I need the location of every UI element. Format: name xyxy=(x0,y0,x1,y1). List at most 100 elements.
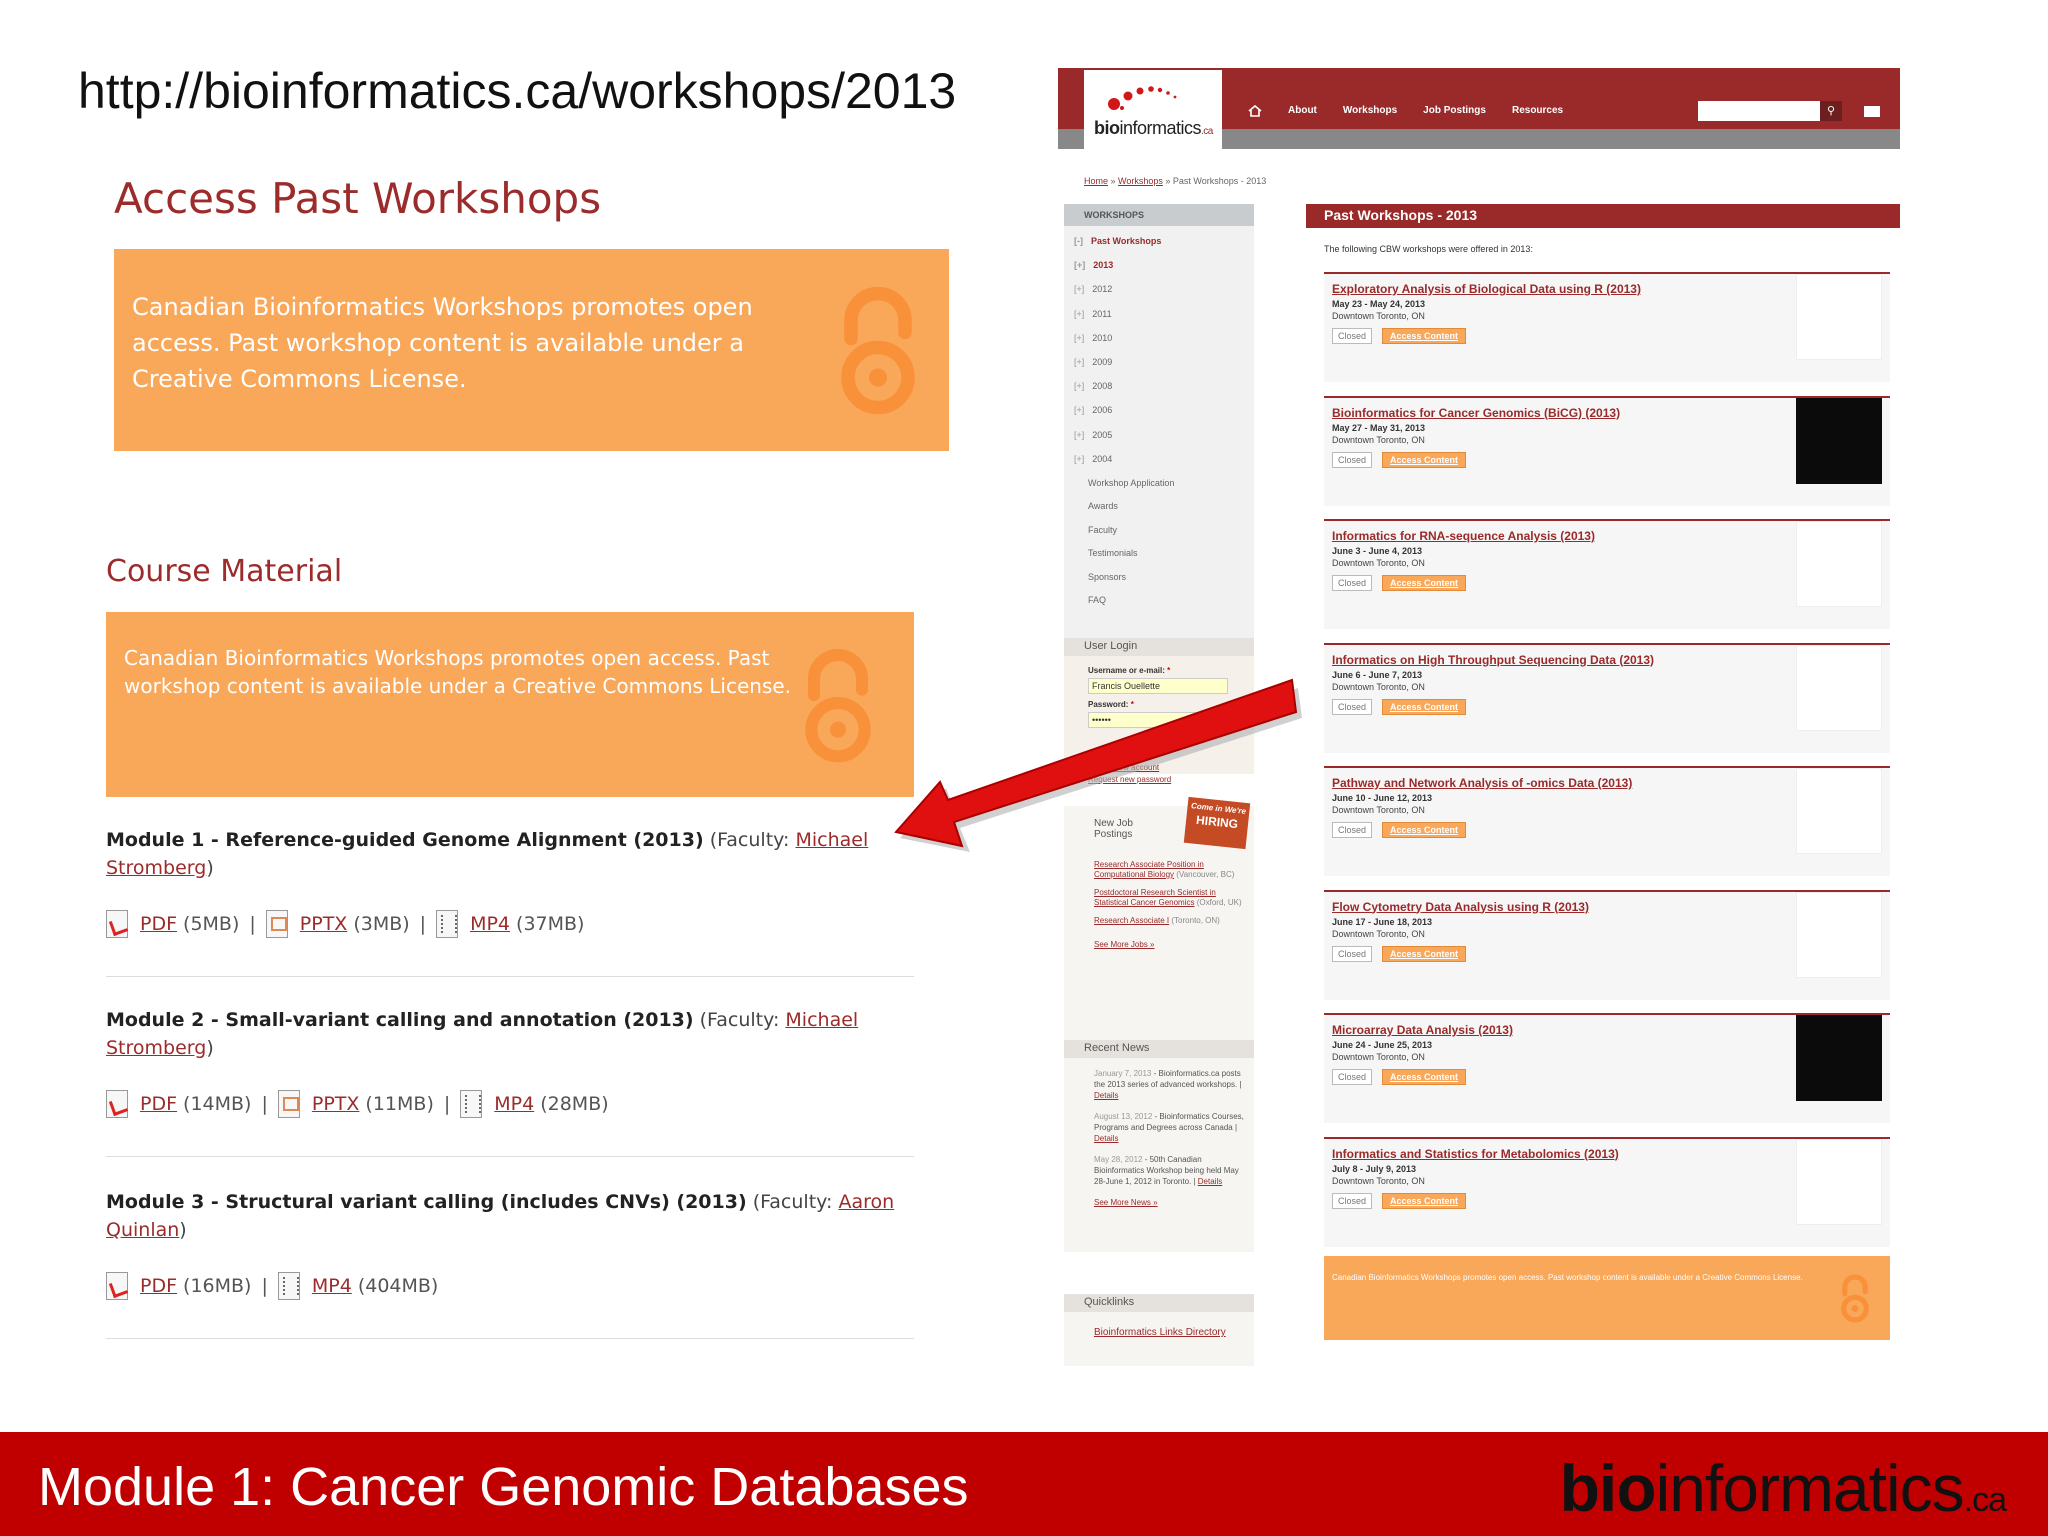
closed-badge: Closed xyxy=(1332,328,1372,344)
workshop-title-link[interactable]: Microarray Data Analysis (2013) xyxy=(1332,1023,1513,1037)
breadcrumb-current: » Past Workshops - 2013 xyxy=(1165,176,1267,186)
workshop-item: Flow Cytometry Data Analysis using R (20… xyxy=(1324,889,1890,1000)
quicklinks-box: Quicklinks Bioinformatics Links Director… xyxy=(1064,1294,1254,1366)
sidebar-item-year[interactable]: [+] 2004 xyxy=(1064,454,1254,478)
workshop-title-link[interactable]: Informatics and Statistics for Metabolom… xyxy=(1332,1147,1619,1161)
access-content-button[interactable]: Access Content xyxy=(1382,1069,1466,1085)
workshop-thumbnail xyxy=(1796,521,1882,607)
create-account-link[interactable]: Create new account xyxy=(1088,762,1254,774)
nav-menu: About Workshops Job Postings Resources xyxy=(1248,105,1563,117)
login-heading: User Login xyxy=(1064,638,1254,656)
pptx-link[interactable]: PPTX xyxy=(300,913,348,935)
workshop-title-link[interactable]: Informatics for RNA-sequence Analysis (2… xyxy=(1332,529,1595,543)
workshop-item: Pathway and Network Analysis of -omics D… xyxy=(1324,766,1890,876)
mp4-link[interactable]: MP4 xyxy=(494,1093,534,1115)
pdf-link[interactable]: PDF xyxy=(140,913,177,935)
closed-badge: Closed xyxy=(1332,698,1372,715)
course-open-access-text: Canadian Bioinformatics Workshops promot… xyxy=(124,646,792,698)
workshop-title-link[interactable]: Bioinformatics for Cancer Genomics (BiCG… xyxy=(1332,406,1620,420)
sidebar-item-year[interactable]: [+] 2005 xyxy=(1064,430,1254,454)
workshop-location: Downtown Toronto, ON xyxy=(1332,805,1425,815)
sidebar-item-workshop-application[interactable]: Workshop Application xyxy=(1064,478,1254,502)
module-title: Module 2 - Small-variant calling and ann… xyxy=(106,1009,694,1031)
workshop-item: Exploratory Analysis of Biological Data … xyxy=(1324,272,1890,382)
faculty-link[interactable]: Stromberg xyxy=(106,1037,206,1059)
mail-icon[interactable] xyxy=(1864,106,1880,117)
job-item: Research Associate Position in Computati… xyxy=(1094,860,1235,879)
sidebar-item-testimonials[interactable]: Testimonials xyxy=(1064,548,1254,572)
mp4-file-icon xyxy=(436,910,459,938)
sidebar-item-faq[interactable]: FAQ xyxy=(1064,595,1254,619)
home-icon[interactable] xyxy=(1248,105,1262,117)
access-content-button[interactable]: Access Content xyxy=(1382,1192,1466,1209)
search-icon[interactable]: ⚲ xyxy=(1820,101,1842,121)
news-item: May 28, 2012 - 50th Canadian Bioinformat… xyxy=(1094,1155,1239,1186)
news-item: August 13, 2012 - Bioinformatics Courses… xyxy=(1094,1112,1244,1143)
faculty-link[interactable]: Quinlan xyxy=(106,1219,179,1241)
faculty-link[interactable]: Michael xyxy=(795,829,868,851)
faculty-link[interactable]: Stromberg xyxy=(106,857,206,879)
faculty-link[interactable]: Michael xyxy=(785,1009,858,1031)
workshop-item: Informatics and Statistics for Metabolom… xyxy=(1324,1136,1890,1247)
access-content-button[interactable]: Access Content xyxy=(1382,451,1466,468)
access-content-button[interactable]: Access Content xyxy=(1382,945,1466,962)
faculty-link[interactable]: Aaron xyxy=(838,1191,894,1213)
breadcrumb-workshops[interactable]: Workshops xyxy=(1118,176,1163,186)
sidebar-item-year[interactable]: [+] 2013 xyxy=(1064,260,1254,284)
username-field[interactable]: Francis Ouellette xyxy=(1088,678,1228,694)
workshop-dates: May 23 - May 24, 2013 xyxy=(1332,299,1426,309)
mp4-link[interactable]: MP4 xyxy=(470,913,510,935)
login-box: User Login Username or e-mail: * Francis… xyxy=(1064,638,1254,784)
nav-item-job-postings[interactable]: Job Postings xyxy=(1423,105,1486,117)
workshop-title-link[interactable]: Exploratory Analysis of Biological Data … xyxy=(1332,282,1641,296)
site-logo[interactable]: bioinformatics.ca xyxy=(1084,70,1222,152)
access-content-button[interactable]: Access Content xyxy=(1382,575,1466,591)
nav-item-about[interactable]: About xyxy=(1288,105,1317,117)
job-item: Research Associate I (Toronto, ON) xyxy=(1094,916,1220,925)
search-input[interactable] xyxy=(1698,101,1820,121)
workshop-location: Downtown Toronto, ON xyxy=(1332,434,1425,445)
closed-badge: Closed xyxy=(1332,1192,1372,1209)
nav-item-resources[interactable]: Resources xyxy=(1512,105,1563,117)
workshop-location: Downtown Toronto, ON xyxy=(1332,1175,1425,1186)
hiring-badge[interactable]: Come in We're HIRING xyxy=(1183,796,1251,850)
pdf-link[interactable]: PDF xyxy=(140,1275,177,1297)
sidebar-item-faculty[interactable]: Faculty xyxy=(1064,525,1254,549)
sidebar-item-awards[interactable]: Awards xyxy=(1064,501,1254,525)
nav-item-workshops[interactable]: Workshops xyxy=(1343,105,1397,117)
sidebar-item-past-workshops[interactable]: [-] Past Workshops xyxy=(1064,236,1254,260)
workshop-title-link[interactable]: Flow Cytometry Data Analysis using R (20… xyxy=(1332,900,1589,914)
sidebar: WORKSHOPS [-] Past Workshops [+] 2013 [+] 2… xyxy=(1064,204,1254,644)
sidebar-item-year[interactable]: [+] 2012 xyxy=(1064,284,1254,308)
workshop-title-link[interactable]: Informatics on High Throughput Sequencin… xyxy=(1332,653,1654,667)
access-content-button[interactable]: Access Content xyxy=(1382,328,1466,344)
module-item: Module 3 - Structural variant calling (i… xyxy=(106,1188,914,1300)
pdf-link[interactable]: PDF xyxy=(140,1093,177,1115)
pptx-link[interactable]: PPTX xyxy=(312,1093,360,1115)
access-content-button[interactable]: Access Content xyxy=(1382,698,1466,715)
sidebar-item-sponsors[interactable]: Sponsors xyxy=(1064,572,1254,596)
links-directory-link[interactable]: Bioinformatics Links Directory xyxy=(1094,1326,1244,1339)
workshop-thumbnail xyxy=(1796,891,1882,978)
see-more-jobs-link[interactable]: See More Jobs » xyxy=(1094,940,1244,950)
see-more-news-link[interactable]: See More News » xyxy=(1094,1197,1244,1208)
workshop-title-link[interactable]: Pathway and Network Analysis of -omics D… xyxy=(1332,776,1632,790)
open-access-icon xyxy=(841,287,915,415)
sidebar-item-year[interactable]: [+] 2006 xyxy=(1064,405,1254,429)
sidebar-item-year[interactable]: [+] 2010 xyxy=(1064,333,1254,357)
password-field[interactable]: •••••• xyxy=(1088,712,1228,728)
workshop-item: Informatics on High Throughput Sequencin… xyxy=(1324,642,1890,753)
request-password-link[interactable]: Request new password xyxy=(1088,774,1254,786)
open-access-text: Canadian Bioinformatics Workshops promot… xyxy=(132,293,753,393)
slide-footer: Module 1: Cancer Genomic Databases bioin… xyxy=(0,1432,2048,1536)
pdf-file-icon xyxy=(106,1090,128,1118)
mp4-link[interactable]: MP4 xyxy=(312,1275,352,1297)
sidebar-item-year[interactable]: [+] 2008 xyxy=(1064,381,1254,405)
sidebar-item-year[interactable]: [+] 2009 xyxy=(1064,357,1254,381)
access-content-button[interactable]: Access Content xyxy=(1382,822,1466,838)
breadcrumb-home[interactable]: Home xyxy=(1084,176,1108,186)
job-item: Postdoctoral Research Scientist in Stati… xyxy=(1094,888,1242,907)
closed-badge: Closed xyxy=(1332,451,1372,468)
sidebar-item-year[interactable]: [+] 2011 xyxy=(1064,309,1254,333)
file-list: PDF (16MB) | MP4 (404MB) xyxy=(106,1272,914,1300)
